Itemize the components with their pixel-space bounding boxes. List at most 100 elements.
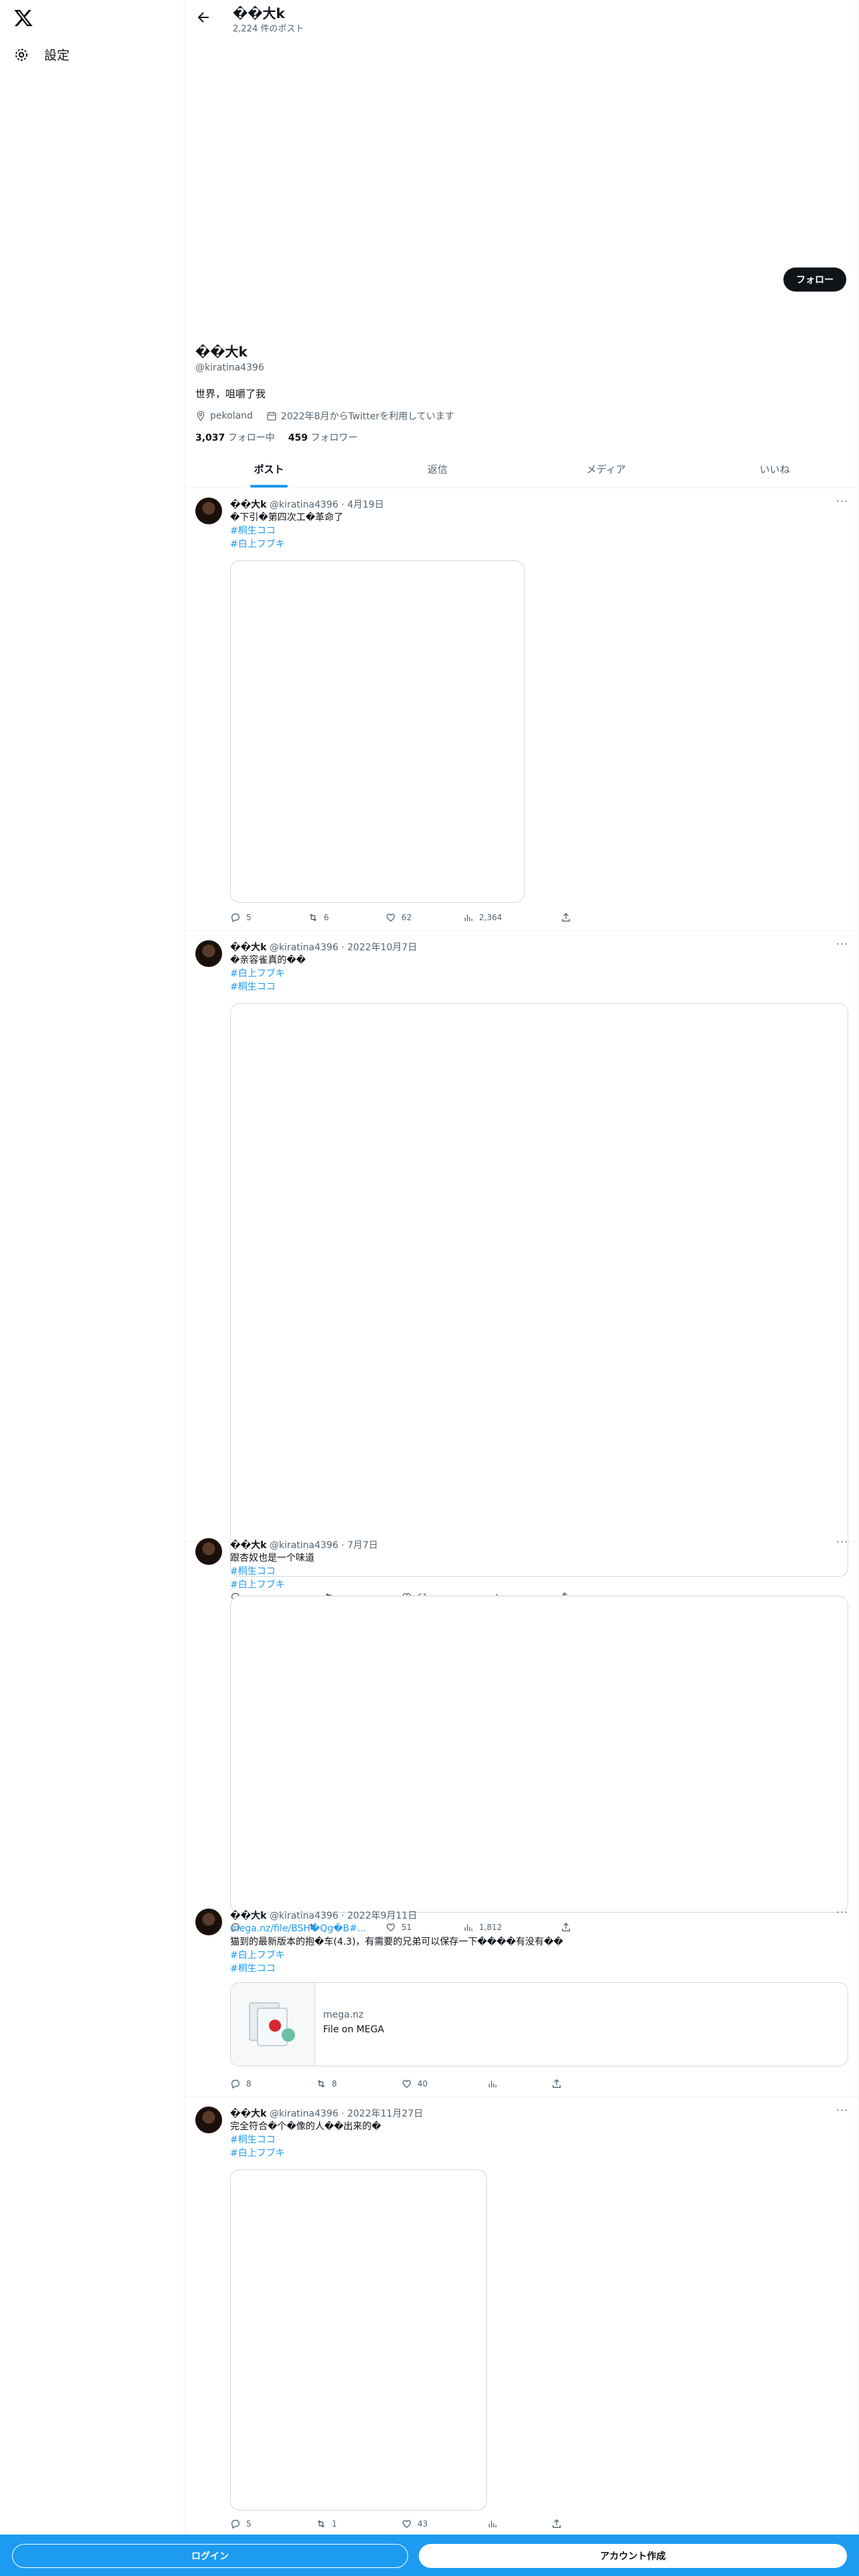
post-media-image[interactable] — [230, 1003, 848, 1577]
profile-column: ��大k 2,224 件のポスト フォロー ��大k @kiratina4396… — [185, 0, 859, 2576]
repost-icon — [317, 2520, 325, 2528]
tab-media[interactable]: メディア — [522, 451, 690, 488]
post[interactable]: ��大k @kiratina4396 · 4月19日 ··· �下引�第四次工�… — [185, 490, 859, 931]
hashtag-link[interactable]: #白上フブキ — [230, 1949, 563, 1962]
hashtag-link[interactable]: #白上フブキ — [230, 2147, 381, 2160]
header-profile-name: ��大k — [233, 5, 285, 21]
profile-meta: pekoland 2022年8月からTwitterを利用しています — [195, 409, 454, 423]
calendar-icon — [267, 412, 276, 421]
profile-handle: @kiratina4396 — [195, 362, 264, 373]
avatar[interactable] — [195, 498, 222, 524]
post-text: �下引�第四次工�革命了 #桐生ココ #白上フブキ — [230, 512, 344, 551]
post-actions: 5 1 43 — [230, 2516, 562, 2532]
profile-joined-date: 2022年8月からTwitterを利用しています — [280, 411, 454, 422]
post-header: ��大k @kiratina4396 · 2022年10月7日 — [230, 942, 417, 953]
post-media-image[interactable] — [230, 2169, 487, 2510]
more-options-icon[interactable]: ··· — [836, 495, 848, 508]
reply-icon — [231, 914, 240, 923]
share-icon — [553, 2519, 561, 2528]
reply-icon — [231, 2520, 240, 2529]
post-media-image[interactable] — [230, 560, 524, 903]
post-actions: 5 6 62 2,364 — [230, 909, 571, 926]
repost-button[interactable]: 8 — [316, 2076, 401, 2092]
link-preview-card[interactable]: mega.nz File on MEGA — [230, 1982, 848, 2066]
tab-posts[interactable]: ポスト — [185, 451, 353, 488]
card-domain: mega.nz — [323, 2010, 364, 2020]
like-button[interactable]: 40 — [401, 2076, 487, 2092]
share-icon — [562, 913, 570, 922]
file-icon — [249, 2002, 295, 2046]
bar-chart-icon — [488, 2520, 496, 2528]
share-icon — [553, 2079, 561, 2088]
header-post-count: 2,224 件のポスト — [233, 24, 304, 34]
views-button[interactable] — [487, 2076, 551, 2092]
login-button[interactable]: ログイン — [12, 2544, 408, 2568]
post-header: ��大k @kiratina4396 · 2022年11月27日 — [230, 2109, 423, 2119]
post-text: mega.nz/file/BSH�Qg�B#... 猫到的最新版本的抱�车(4.… — [230, 1922, 563, 1975]
views-button[interactable]: 2,364 — [463, 909, 561, 926]
post-actions: 8 8 40 — [230, 2076, 562, 2092]
share-button[interactable] — [561, 909, 571, 926]
avatar[interactable] — [195, 2107, 222, 2133]
post[interactable]: ��大k @kiratina4396 · 2022年9月11日 ··· mega… — [185, 1901, 859, 2097]
hashtag-link[interactable]: #桐生ココ — [230, 2133, 381, 2147]
more-options-icon[interactable]: ··· — [836, 1535, 848, 1548]
reply-button[interactable]: 8 — [230, 2076, 316, 2092]
heart-icon — [403, 2080, 411, 2088]
card-title: File on MEGA — [323, 2024, 385, 2035]
avatar[interactable] — [195, 1909, 222, 1935]
post-media-image[interactable] — [230, 1596, 848, 1913]
like-button[interactable]: 43 — [401, 2516, 487, 2532]
hashtag-link[interactable]: #桐生ココ — [230, 524, 343, 538]
login-prompt-bar: ログイン アカウント作成 — [0, 2535, 859, 2576]
profile-name: ��大k — [195, 344, 248, 360]
back-arrow-icon[interactable] — [195, 9, 211, 25]
hashtag-link[interactable]: #白上フブキ — [230, 967, 306, 980]
left-sidebar: 設定 — [0, 0, 185, 2576]
followers-link[interactable]: 459 フォロワー — [288, 431, 358, 444]
repost-icon — [309, 914, 317, 922]
post[interactable]: ��大k @kiratina4396 · 2022年11月27日 ··· 完全符… — [185, 2099, 859, 2533]
views-button[interactable] — [487, 2516, 551, 2532]
create-account-button[interactable]: アカウント作成 — [419, 2544, 847, 2568]
share-button[interactable] — [551, 2076, 562, 2092]
like-button[interactable]: 62 — [385, 909, 463, 926]
more-options-icon[interactable]: ··· — [836, 2104, 848, 2117]
avatar[interactable] — [195, 940, 222, 967]
reply-button[interactable]: 5 — [230, 2516, 316, 2532]
hashtag-link[interactable]: #白上フブキ — [230, 538, 343, 551]
post[interactable]: ��大k @kiratina4396 · 2022年10月7日 ··· �亲容雀… — [185, 932, 859, 1577]
more-options-icon[interactable]: ··· — [836, 938, 848, 950]
post-header: ��大k @kiratina4396 · 2022年9月11日 — [230, 1911, 417, 1921]
gear-icon — [15, 48, 27, 61]
bar-chart-icon — [488, 2080, 496, 2088]
profile-location: pekoland — [210, 411, 253, 421]
hashtag-link[interactable]: #桐生ココ — [230, 1962, 563, 1975]
settings-nav-item[interactable]: 設定 — [13, 45, 70, 64]
tab-replies[interactable]: 返信 — [353, 451, 522, 488]
mega-file-thumbnail — [231, 1983, 315, 2066]
repost-icon — [317, 2080, 325, 2088]
more-options-icon[interactable]: ··· — [836, 1906, 848, 1919]
profile-tabs: ポスト 返信 メディア いいね — [185, 451, 859, 488]
tab-likes[interactable]: いいね — [690, 451, 859, 488]
hashtag-link[interactable]: #桐生ココ — [230, 980, 306, 994]
post-text: �亲容雀真的�� #白上フブキ #桐生ココ — [230, 955, 306, 994]
avatar[interactable] — [195, 1538, 222, 1565]
bar-chart-icon — [464, 914, 472, 922]
following-link[interactable]: 3,037 フォロー中 — [195, 431, 275, 444]
repost-button[interactable]: 6 — [308, 909, 385, 926]
location-pin-icon — [197, 411, 205, 421]
share-button[interactable] — [551, 2516, 562, 2532]
profile-bio: 世界，咀嚼了我 — [195, 388, 266, 400]
heart-icon — [403, 2520, 411, 2529]
reply-icon — [231, 2080, 240, 2089]
repost-button[interactable]: 1 — [316, 2516, 401, 2532]
external-link[interactable]: mega.nz/file/BSH�Qg�B#... — [230, 1922, 563, 1935]
reply-button[interactable]: 5 — [230, 909, 308, 926]
follow-button[interactable]: フォロー — [783, 267, 846, 292]
profile-follow-stats: 3,037 フォロー中 459 フォロワー — [195, 431, 357, 444]
x-logo-icon[interactable] — [13, 8, 33, 28]
hashtag-link[interactable]: #桐生ココ — [230, 1565, 314, 1578]
post-header: ��大k @kiratina4396 · 4月19日 — [230, 500, 384, 510]
